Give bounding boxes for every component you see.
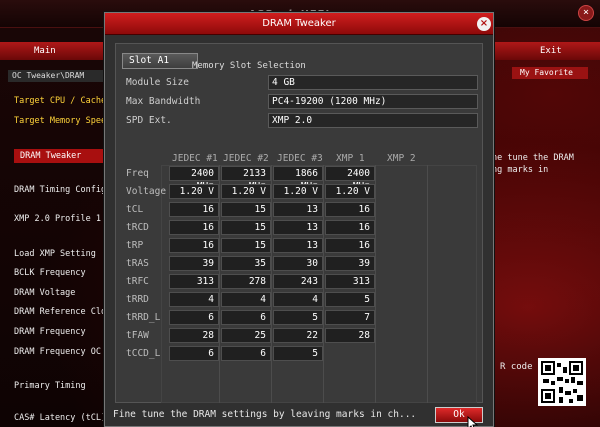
timing-cell: 16 <box>169 238 219 253</box>
bios-menu-item[interactable]: Target Memory Speed <box>14 115 106 127</box>
timing-cell: 16 <box>325 202 375 217</box>
timing-cell: 22 <box>273 328 323 343</box>
timing-cell: 16 <box>169 202 219 217</box>
timing-cell: 39 <box>325 256 375 271</box>
bios-menu-item[interactable]: DRAM Frequency <box>14 326 106 338</box>
grid-line <box>323 165 324 403</box>
bios-menu-item[interactable]: DRAM Frequency OC Preset <box>14 346 106 358</box>
timing-cell: 25 <box>221 328 271 343</box>
timing-row-label: tRP <box>126 240 144 251</box>
timing-row-label: tRCD <box>126 222 149 233</box>
timing-cell: 5 <box>325 292 375 307</box>
timing-row-label: tCCD_L <box>126 348 161 359</box>
column-header: JEDEC #3 <box>277 153 323 164</box>
timing-cell: 7 <box>325 310 375 325</box>
timing-row-label: tRAS <box>126 258 149 269</box>
timing-row-label: tRFC <box>126 276 149 287</box>
grid-line <box>219 165 220 403</box>
timing-cell: 278 <box>221 274 271 289</box>
timing-cell: 39 <box>169 256 219 271</box>
timing-cell: 15 <box>221 202 271 217</box>
tab-exit[interactable]: Exit <box>540 44 562 58</box>
timing-row-label: tFAW <box>126 330 149 341</box>
column-header: JEDEC #2 <box>223 153 269 164</box>
timing-cell: 6 <box>169 310 219 325</box>
timing-cell: 4 <box>221 292 271 307</box>
bios-menu-item[interactable]: Target CPU / Cache <box>14 95 106 107</box>
timing-cell: 1.20 V <box>169 184 219 199</box>
slot-a1-tab[interactable]: Slot A1 <box>122 53 198 69</box>
timing-row-label: Freq <box>126 168 149 179</box>
tab-main[interactable]: Main <box>34 44 56 58</box>
timing-row-label: tRRD_L <box>126 312 161 323</box>
timing-cell: 6 <box>169 346 219 361</box>
dialog-content-panel: Slot A1 Memory Slot Selection Module Siz… <box>115 43 483 403</box>
timing-cell: 16 <box>169 220 219 235</box>
timing-cell: 2400 MHz <box>325 166 375 192</box>
timing-cell: 30 <box>273 256 323 271</box>
timing-row-label: tRRD <box>126 294 149 305</box>
timing-cell: 13 <box>273 220 323 235</box>
module-size-value: 4 GB <box>268 75 478 90</box>
timing-cell: 313 <box>325 274 375 289</box>
spd-ext-label: SPD Ext. <box>126 115 172 126</box>
timing-cell: 28 <box>325 328 375 343</box>
bios-menu-item[interactable]: DRAM Timing Configuration <box>14 184 106 196</box>
bios-menu-item[interactable]: Load XMP Setting <box>14 248 106 260</box>
bios-menu-item[interactable]: CAS# Latency (tCL) <box>14 412 106 424</box>
bios-menu-item[interactable]: DRAM Voltage <box>14 287 106 299</box>
timing-cell: 6 <box>221 346 271 361</box>
timing-cell: 16 <box>325 220 375 235</box>
timing-cell: 6 <box>221 310 271 325</box>
bios-menu-item[interactable]: DRAM Tweaker <box>14 149 106 163</box>
help-text: ne tune the DRAM ng marks in <box>492 153 574 175</box>
timing-cell: 13 <box>273 238 323 253</box>
timing-cell: 5 <box>273 346 323 361</box>
grid-line <box>375 165 376 403</box>
dialog-title: DRAM Tweaker <box>262 18 336 29</box>
timing-cell: 1.20 V <box>273 184 323 199</box>
column-header: XMP 1 <box>336 153 365 164</box>
qr-code-label: R code <box>500 362 533 372</box>
timing-row-label: tCL <box>126 204 144 215</box>
timing-cell: 2133 MHz <box>221 166 271 192</box>
column-header: XMP 2 <box>387 153 416 164</box>
breadcrumb[interactable]: OC Tweaker\DRAM <box>8 70 106 82</box>
timing-cell: 15 <box>221 238 271 253</box>
grid-line <box>427 165 428 403</box>
memory-slot-selection-label: Memory Slot Selection <box>192 61 306 71</box>
dialog-close-icon[interactable]: × <box>477 17 491 31</box>
timing-cell: 15 <box>221 220 271 235</box>
timing-cell: 5 <box>273 310 323 325</box>
timing-row-label: Voltage <box>126 186 167 197</box>
module-size-label: Module Size <box>126 77 189 88</box>
bios-menu-item[interactable]: XMP 2.0 Profile 1: DDR4 <box>14 213 106 225</box>
max-bandwidth-label: Max Bandwidth <box>126 96 201 107</box>
dram-tweaker-dialog: DRAM Tweaker × Slot A1 Memory Slot Selec… <box>104 12 494 427</box>
timing-cell: 2400 MHz <box>169 166 219 192</box>
timing-cell: 1.20 V <box>221 184 271 199</box>
timing-cell: 1866 MHz <box>273 166 323 192</box>
max-bandwidth-value: PC4-19200 (1200 MHz) <box>268 94 478 109</box>
mouse-cursor-icon <box>467 416 479 427</box>
timing-cell: 28 <box>169 328 219 343</box>
timing-cell: 4 <box>169 292 219 307</box>
bios-close-icon[interactable]: × <box>578 5 594 21</box>
timing-cell: 4 <box>273 292 323 307</box>
my-favorite-button[interactable]: My Favorite <box>512 67 588 79</box>
bios-menu-item[interactable]: BCLK Frequency <box>14 267 106 279</box>
timing-cell: 16 <box>325 238 375 253</box>
spd-ext-value: XMP 2.0 <box>268 113 478 128</box>
qr-code-icon <box>538 358 586 406</box>
bios-menu-item[interactable]: Primary Timing <box>14 380 106 392</box>
timing-cell: 243 <box>273 274 323 289</box>
dialog-help-text: Fine tune the DRAM settings by leaving m… <box>113 409 417 420</box>
grid-line <box>271 165 272 403</box>
column-header: JEDEC #1 <box>172 153 218 164</box>
timing-cell: 313 <box>169 274 219 289</box>
timing-cell: 13 <box>273 202 323 217</box>
bios-menu-item[interactable]: DRAM Reference Clock <box>14 306 106 318</box>
timing-cell: 1.20 V <box>325 184 375 199</box>
timing-cell: 35 <box>221 256 271 271</box>
